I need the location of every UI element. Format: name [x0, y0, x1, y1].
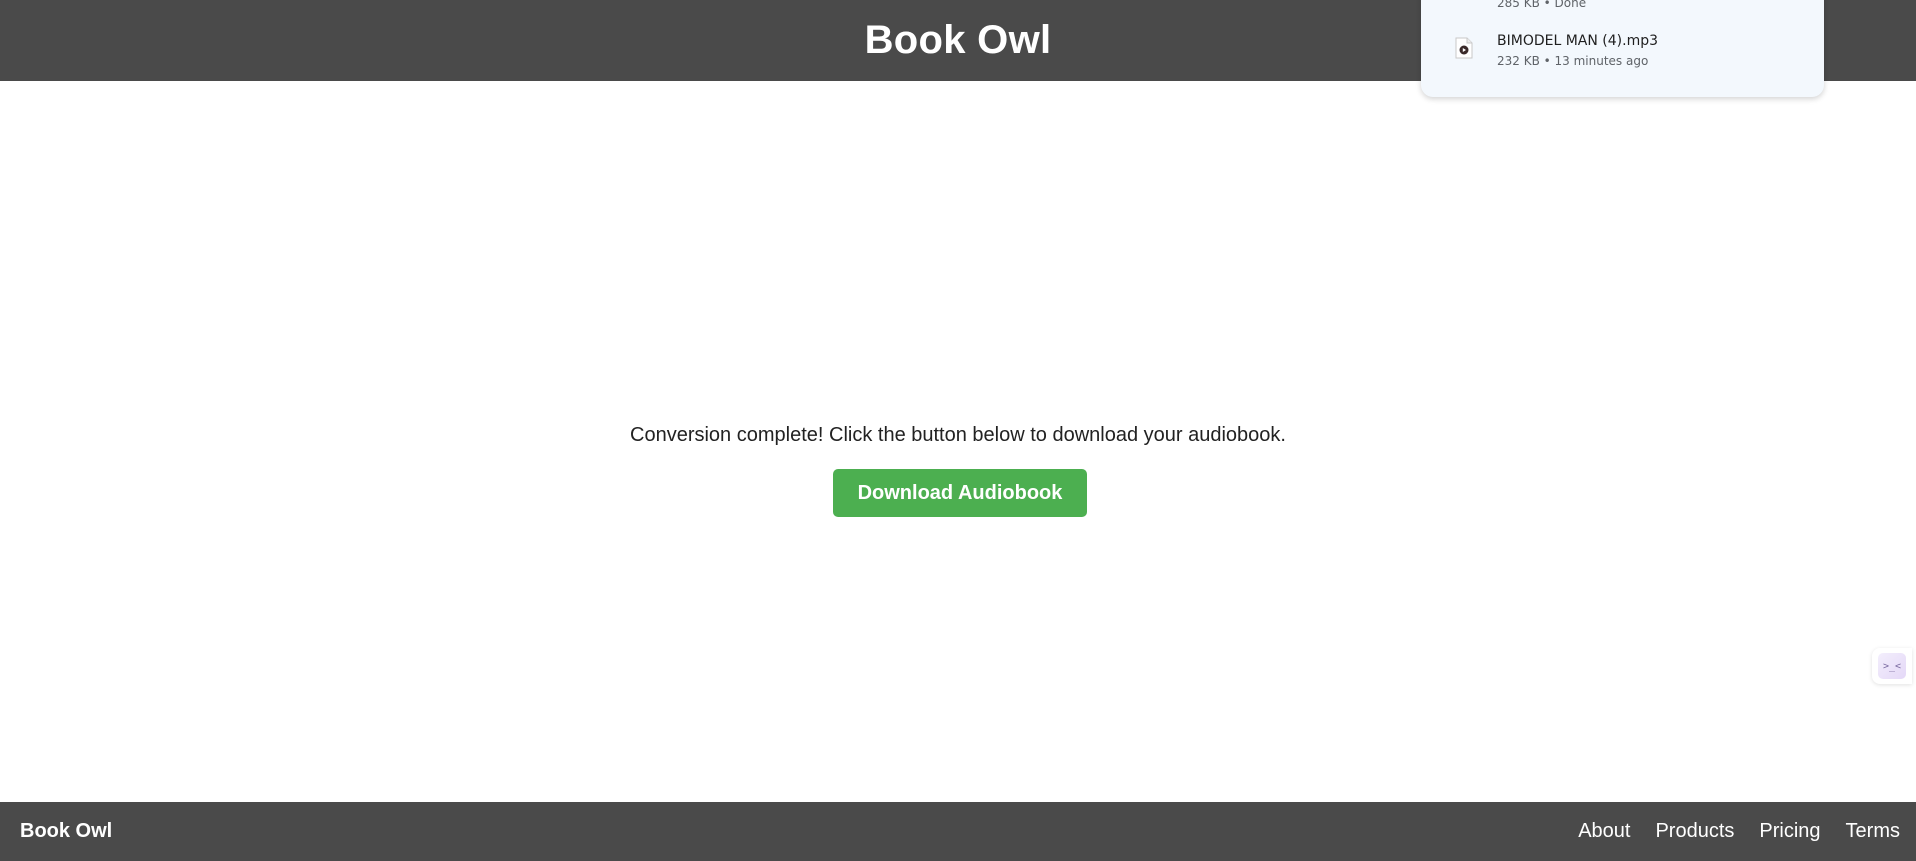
download-audiobook-button[interactable]: Download Audiobook [833, 469, 1087, 517]
downloads-panel: 285 KB • Done BIMODEL MAN (4).mp3 232 KB… [1421, 0, 1824, 97]
footer-brand[interactable]: Book Owl [20, 802, 112, 861]
audio-file-icon [1455, 37, 1473, 59]
footer-link-products[interactable]: Products [1655, 820, 1734, 843]
assistant-widget[interactable]: >_< [1872, 648, 1912, 684]
footer-nav: About Products Pricing Terms [1578, 802, 1900, 861]
footer-link-terms[interactable]: Terms [1846, 820, 1900, 843]
download-file-name: BIMODEL MAN (4).mp3 [1497, 33, 1658, 49]
conversion-message: Conversion complete! Click the button be… [630, 424, 1286, 446]
footer-link-about[interactable]: About [1578, 820, 1630, 843]
site-title: Book Owl [864, 18, 1052, 62]
previous-download-meta: 285 KB • Done [1497, 0, 1587, 10]
footer-link-pricing[interactable]: Pricing [1759, 820, 1820, 843]
download-item[interactable]: BIMODEL MAN (4).mp3 232 KB • 13 minutes … [1421, 28, 1824, 72]
main-content: Conversion complete! Click the button be… [0, 81, 1916, 802]
download-file-meta: 232 KB • 13 minutes ago [1497, 54, 1649, 68]
site-footer: Book Owl About Products Pricing Terms [0, 802, 1916, 861]
assistant-icon: >_< [1878, 653, 1906, 679]
